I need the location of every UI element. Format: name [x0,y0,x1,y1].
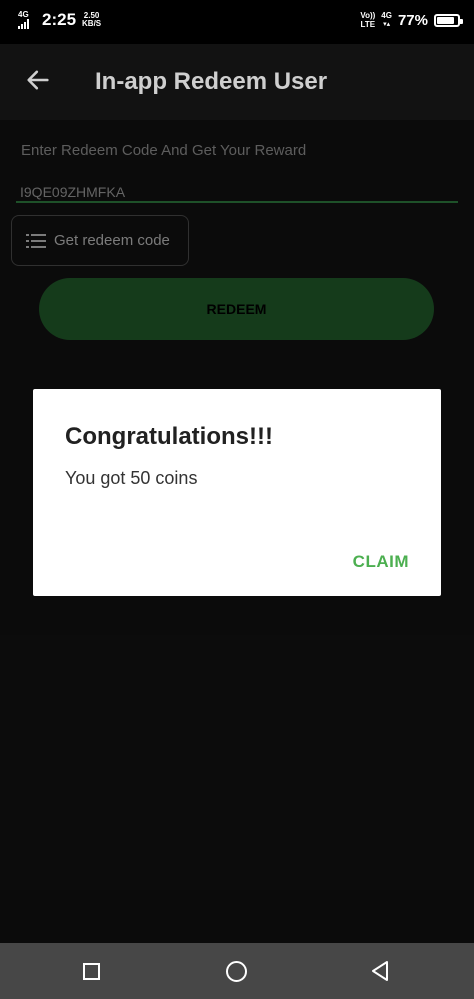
clock: 2:25 [42,10,77,29]
signal-icon: 4G [18,11,36,29]
network-type-label: 4G [18,10,29,19]
network-speed: 2.50 KB/S [82,12,101,28]
battery-percent: 77% [397,11,428,29]
app-bar: In-app Redeem User [0,44,474,120]
volte-bottom: LTE [360,20,376,29]
dialog-title: Congratulations!!! [65,423,273,450]
congratulations-dialog: Congratulations!!! You got 50 coins CLAI… [33,389,441,596]
page-title: In-app Redeem User [95,68,328,95]
claim-button[interactable]: CLAIM [353,552,409,572]
back-triangle-icon[interactable] [369,960,391,982]
volte-top: Vo)) [360,11,376,20]
speed-unit: KB/S [82,19,102,28]
recents-square-icon[interactable] [83,963,100,980]
dialog-message: You got 50 coins [65,468,198,488]
volte-icon: Vo)) LTE [360,11,375,29]
network-right-label: 4G [381,11,392,20]
status-left: 4G 2:25 2.50 KB/S [18,10,101,30]
back-arrow-icon[interactable] [24,66,52,94]
system-nav-bar [0,943,474,999]
network-right-icon: 4G ▾▴ [381,11,392,28]
battery-icon [434,13,463,27]
status-bar: 4G 2:25 2.50 KB/S Vo)) LTE 4G ▾▴ 77% [0,0,474,44]
status-right: Vo)) LTE 4G ▾▴ 77% [360,11,463,29]
home-circle-icon[interactable] [226,961,247,982]
